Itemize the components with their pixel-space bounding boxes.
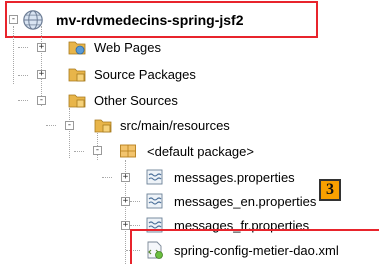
web-pages-folder-icon [68, 41, 86, 55]
resources-folder-icon [94, 119, 112, 133]
tree-node-label: messages_en.properties [174, 193, 317, 209]
collapse-toggle[interactable]: - [93, 146, 102, 155]
tree-guide [18, 100, 28, 101]
collapse-toggle[interactable]: - [37, 96, 46, 105]
expand-toggle[interactable]: + [37, 43, 46, 52]
tree-node-label: messages.properties [174, 169, 295, 185]
tree-guide [102, 177, 112, 178]
tree-node-source-packages[interactable]: Source Packages [68, 64, 196, 84]
tree-node-messages-properties[interactable]: messages.properties [146, 167, 295, 187]
expand-toggle[interactable]: + [121, 173, 130, 182]
tree-node-label: Other Sources [94, 92, 178, 108]
tree-node-messages-fr-properties[interactable]: messages_fr.properties [146, 215, 309, 235]
tree-node-label: spring-config-metier-dao.xml [174, 242, 339, 258]
other-sources-folder-icon [68, 94, 86, 108]
tree-node-label: <default package> [147, 143, 254, 159]
tree-node-other-sources[interactable]: Other Sources [68, 90, 178, 110]
project-globe-icon [23, 10, 43, 30]
tree-guide [18, 75, 28, 76]
tree-guide [130, 201, 140, 202]
properties-file-icon [146, 169, 163, 185]
tree-node-messages-en-properties[interactable]: messages_en.properties [146, 191, 316, 211]
tree-guide [74, 151, 84, 152]
expand-toggle[interactable]: + [121, 197, 130, 206]
tree-node-spring-config-xml[interactable]: spring-config-metier-dao.xml [146, 240, 339, 260]
tree-guide [69, 108, 70, 158]
tree-node-default-package[interactable]: <default package> [119, 141, 254, 161]
expand-toggle[interactable]: + [37, 70, 46, 79]
tree-guide [18, 47, 28, 48]
tree-node-label: src/main/resources [120, 117, 230, 133]
source-packages-folder-icon [68, 68, 86, 82]
expand-toggle[interactable]: + [121, 221, 130, 230]
tree-guide [46, 125, 56, 126]
tree-node-project[interactable]: mv-rdvmedecins-spring-jsf2 [22, 10, 244, 30]
collapse-toggle[interactable]: - [9, 15, 18, 24]
tree-guide [130, 225, 140, 226]
package-icon [120, 144, 136, 158]
properties-file-icon [146, 217, 163, 233]
callout-number-badge: 3 [319, 179, 341, 201]
tree-node-web-pages[interactable]: Web Pages [68, 37, 161, 57]
tree-node-label: mv-rdvmedecins-spring-jsf2 [56, 12, 244, 28]
tree-guide [126, 250, 140, 251]
annotation-line [130, 229, 132, 264]
tree-node-resources[interactable]: src/main/resources [94, 115, 230, 135]
collapse-toggle[interactable]: - [65, 121, 74, 130]
tree-node-label: Source Packages [94, 66, 196, 82]
tree-node-label: Web Pages [94, 39, 161, 55]
xml-file-icon [147, 241, 163, 259]
tree-guide [13, 26, 14, 84]
tree-guide [41, 26, 42, 106]
project-tree: - mv-rdvmedecins-spring-jsf2 + Web Pages… [0, 0, 379, 264]
properties-file-icon [146, 193, 163, 209]
annotation-line [130, 229, 379, 231]
